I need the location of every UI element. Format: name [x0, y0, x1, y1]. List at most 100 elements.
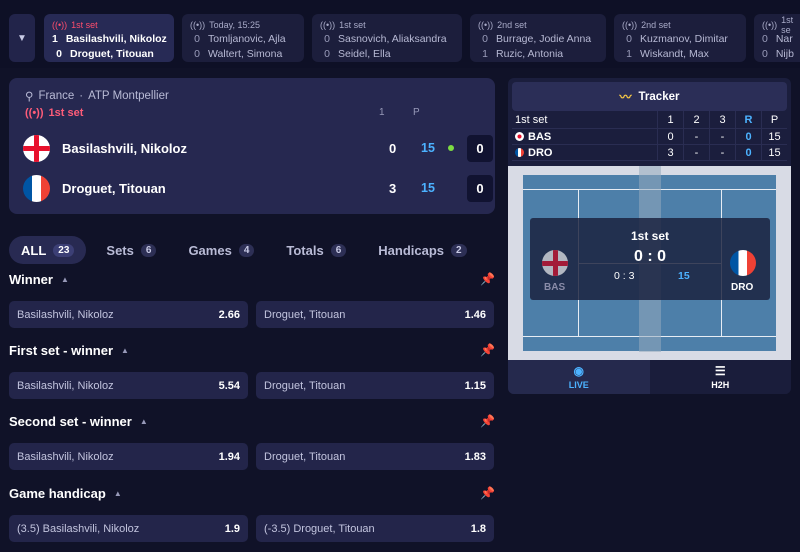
caret-up-icon: ▲	[121, 346, 129, 355]
scoreboard-cell: -	[709, 145, 735, 160]
breadcrumb-tournament[interactable]: ATP Montpellier	[88, 90, 169, 102]
player-name: Burrage, Jodie Anna	[496, 32, 592, 45]
georgia-flag-icon	[542, 250, 568, 276]
strip-match-card[interactable]: ((•)) 2nd set 0 Burrage, Jodie Anna 1 Ruzic…	[470, 14, 606, 62]
outcome-odd: 1.46	[464, 308, 486, 321]
match-status: Today, 15:25	[209, 20, 261, 30]
outcome-odd: 1.94	[218, 450, 240, 463]
tab-sets[interactable]: Sets 6	[94, 236, 168, 264]
tab-all[interactable]: ALL 23	[9, 236, 87, 264]
outcome-name: Droguet, Titouan	[264, 450, 346, 463]
player-score: 0	[194, 47, 200, 60]
outcome-name: (3.5) Basilashvili, Nikoloz	[17, 522, 140, 535]
player-score: 0	[194, 32, 200, 45]
outcome-odd: 1.15	[464, 379, 486, 392]
player-name: Basilashvili, Nikoloz	[62, 140, 187, 156]
tracker-tabs: ◉ LIVE ☰ H2H	[508, 360, 791, 394]
tracker-header[interactable]: 〰 Tracker	[512, 82, 787, 111]
scoreboard: 1st set 1 2 3 R P BAS 0 - - 0 15 DRO 3 -…	[512, 111, 787, 163]
tab-totals[interactable]: Totals 6	[274, 236, 358, 264]
tab-count-badge: 2	[451, 243, 467, 257]
outcome-name: Basilashvili, Nikoloz	[17, 379, 114, 392]
breadcrumb-separator: ·	[79, 90, 84, 102]
market-tabs: ALL 23 Sets 6 Games 4 Totals 6 Handicaps 2	[9, 236, 487, 264]
pin-icon[interactable]: 📌	[480, 486, 495, 500]
outcome-odd: 2.66	[218, 308, 240, 321]
player-name: Droguet, Titouan	[70, 47, 154, 60]
caret-up-icon: ▲	[113, 489, 122, 498]
odd-button[interactable]: (-3.5) Droguet, Titouan 1.8	[256, 515, 494, 542]
tracker-icon: 〰	[619, 90, 632, 104]
tab-h2h[interactable]: ☰ H2H	[649, 360, 791, 394]
strip-match-card[interactable]: ((•)) 1st set 1 Basilashvili, Nikoloz 0 Dro…	[44, 14, 174, 62]
match-info-panel: ⚲ France · ATP Montpellier ((•)) 1st set…	[9, 78, 495, 214]
player-name: Tomljanovic, Ajla	[208, 32, 286, 45]
overlay-sets: 0 : 3	[614, 270, 635, 282]
overlay-set-label: 1st set	[630, 229, 670, 243]
market-title: First set - winner	[9, 343, 114, 358]
player-score: 0	[762, 32, 768, 45]
tab-live[interactable]: ◉ LIVE	[508, 360, 650, 394]
market-title: Winner	[9, 272, 53, 287]
scoreboard-cell: 3	[657, 145, 683, 160]
market-header[interactable]: Second set - winner ▲	[9, 414, 148, 429]
france-flag-icon	[730, 250, 756, 276]
player-name: Nijb	[775, 47, 794, 60]
market-header[interactable]: Game handicap ▲	[9, 486, 122, 501]
scoreboard-col: R	[735, 111, 761, 128]
tab-label: H2H	[711, 380, 730, 390]
breadcrumb-country[interactable]: France	[38, 90, 74, 102]
pin-icon[interactable]: 📌	[480, 272, 495, 286]
scoreboard-col: 3	[709, 111, 735, 128]
outcome-name: Basilashvili, Nikoloz	[17, 450, 114, 463]
georgia-flag-icon	[23, 134, 50, 162]
strip-collapse-button[interactable]: ▼	[9, 14, 35, 62]
player-row: Basilashvili, Nikoloz 0 15 0	[23, 133, 493, 163]
player-name: Seidel, Ella	[338, 47, 391, 60]
tab-games[interactable]: Games 4	[176, 236, 266, 264]
scoreboard-cell: -	[683, 145, 709, 160]
player-name: Kuzmanov, Dimitar	[640, 32, 728, 45]
market-header[interactable]: Winner ▲	[9, 272, 69, 287]
player-sets: 0	[389, 140, 397, 156]
strip-match-card[interactable]: ((•)) 2nd set 0 Kuzmanov, Dimitar 1 Wiskand…	[614, 14, 746, 62]
match-strip: ▼ ((•)) 1st set 1 Basilashvili, Nikoloz 0D…	[0, 0, 800, 68]
odd-button[interactable]: Basilashvili, Nikoloz 1.94	[9, 443, 248, 470]
match-status: 1st set	[339, 20, 366, 30]
match-status: 1st set	[71, 20, 98, 30]
odd-button[interactable]: Droguet, Titouan 1.46	[256, 301, 494, 328]
match-status: ((•)) 1st set	[25, 107, 83, 119]
player-name: Droguet, Titouan	[62, 180, 166, 196]
broadcast-icon: ((•))	[25, 107, 44, 119]
odd-button[interactable]: Basilashvili, Nikoloz 2.66	[9, 301, 248, 328]
odd-button[interactable]: Droguet, Titouan 1.15	[256, 372, 494, 399]
column-header-points: P	[413, 107, 420, 118]
odd-button[interactable]: (3.5) Basilashvili, Nikoloz 1.9	[9, 515, 248, 542]
broadcast-icon: ((•))	[190, 20, 206, 30]
strip-match-card[interactable]: ((•)) 1st se 0 Nar 0 Nijb	[754, 14, 800, 62]
player-score: 0	[626, 32, 632, 45]
odd-button[interactable]: Droguet, Titouan 1.83	[256, 443, 494, 470]
player-score: 0	[324, 47, 330, 60]
match-status-label: 1st set	[48, 107, 84, 119]
scoreboard-cell: 0	[657, 129, 683, 144]
strip-match-card[interactable]: ((•)) Today, 15:25 0 Tomljanovic, Ajla 0 Wa…	[182, 14, 304, 62]
pin-icon[interactable]: 📌	[480, 343, 495, 357]
scoreboard-cell: 0	[735, 129, 761, 144]
scoreboard-header-row: 1st set 1 2 3 R P	[512, 111, 787, 129]
pin-icon[interactable]: 📌	[480, 414, 495, 428]
player-abbr: DRO	[528, 146, 553, 159]
scoreboard-cell: -	[709, 129, 735, 144]
tab-handicaps[interactable]: Handicaps 2	[366, 236, 478, 264]
column-header-sets: 1	[379, 107, 385, 118]
strip-match-card[interactable]: ((•)) 1st set 0 Sasnovich, Aliaksandra 0 Se…	[312, 14, 462, 62]
market-header[interactable]: First set - winner ▲	[9, 343, 129, 358]
tab-label: Sets	[106, 242, 134, 258]
match-status: 2nd set	[641, 20, 671, 30]
tab-label: ALL	[21, 242, 47, 258]
player-score: 1	[482, 47, 488, 60]
player-name: Waltert, Simona	[208, 47, 283, 60]
georgia-flag-icon	[515, 132, 524, 141]
odd-button[interactable]: Basilashvili, Nikoloz 5.54	[9, 372, 248, 399]
eye-icon: ◉	[573, 364, 584, 378]
